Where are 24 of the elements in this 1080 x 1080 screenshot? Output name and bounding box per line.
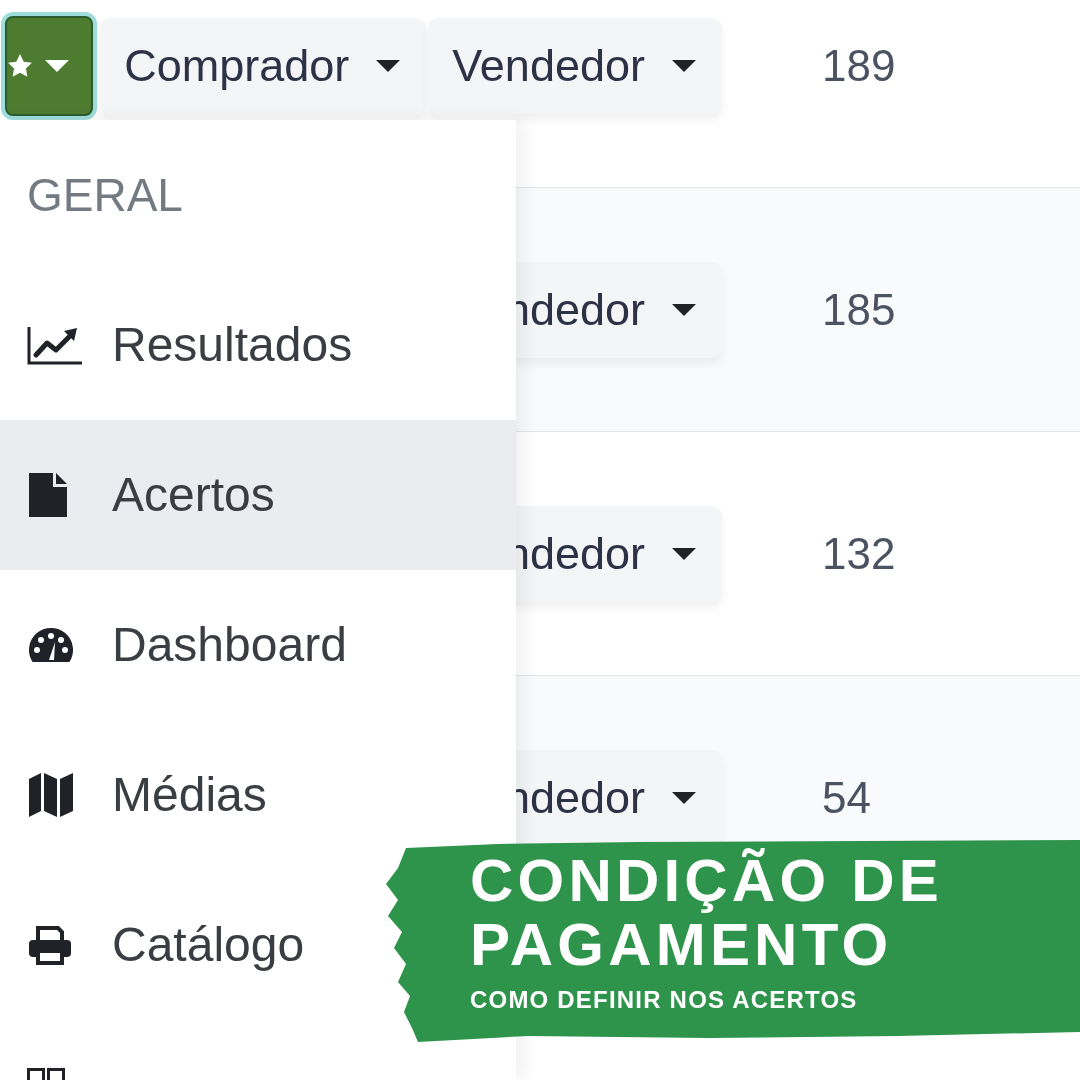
menu-item[interactable]: Dashboard [0, 570, 516, 720]
table-cell-text: 185 [822, 283, 896, 336]
file-icon [27, 471, 69, 519]
map-icon [27, 771, 75, 819]
grid-icon [27, 1068, 65, 1080]
table-cell-text: 54 [822, 771, 871, 824]
banner-subtitle: COMO DEFINIR NOS ACERTOS [470, 986, 858, 1014]
printer-icon [27, 925, 73, 965]
dropdown-button[interactable]: Comprador [100, 17, 427, 114]
caret-icon [672, 547, 696, 560]
caret-icon [672, 791, 696, 804]
menu-section-header: GERAL [26, 167, 184, 223]
dropdown-button[interactable]: Vendedor [428, 17, 722, 114]
menu-item[interactable]: Resultados [0, 270, 516, 420]
line-chart-icon [27, 325, 83, 365]
menu-item[interactable]: Acertos [0, 420, 516, 570]
caret-icon [45, 59, 70, 72]
gauge-icon [27, 626, 75, 664]
star-icon [7, 52, 34, 79]
table-cell-text: 189 [822, 39, 896, 92]
caret-icon [672, 59, 696, 72]
caret-icon [672, 303, 696, 316]
caret-icon [376, 59, 401, 72]
table-cell-text: 132 [822, 527, 896, 580]
